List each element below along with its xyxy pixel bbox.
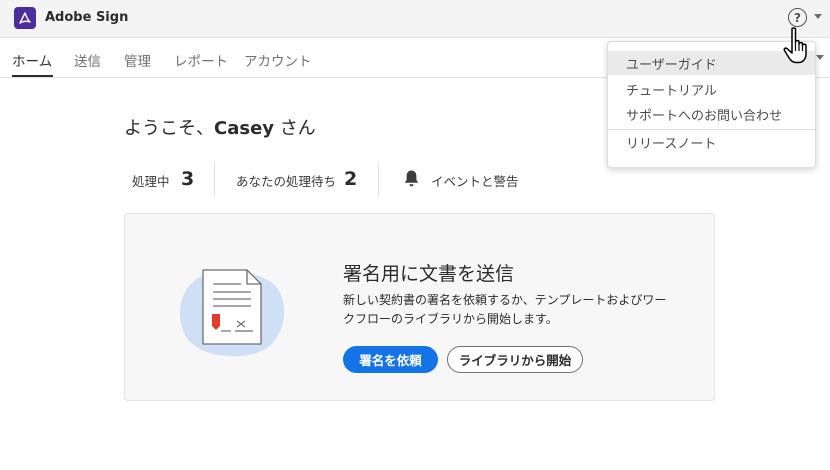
tab-manage[interactable]: 管理 [124,50,151,70]
bell-icon[interactable] [403,169,420,188]
help-symbol: ? [794,10,801,25]
user-name: Casey [214,118,275,139]
waiting-count[interactable]: 2 [344,168,357,190]
tab-send[interactable]: 送信 [74,50,101,70]
top-bar: Adobe Sign ? [0,0,830,38]
nav-chevron-down-icon[interactable] [816,55,824,60]
in-progress-label[interactable]: 処理中 [132,171,170,190]
request-signature-button[interactable]: 署名を依頼 [343,346,438,373]
welcome-heading: ようこそ、Casey さん [124,114,316,140]
adobe-acrobat-sign-icon[interactable] [14,7,36,29]
tab-reports[interactable]: レポート [174,50,228,70]
app-title: Adobe Sign [45,10,129,25]
start-from-library-button[interactable]: ライブラリから開始 [447,346,583,373]
card-title: 署名用に文書を送信 [343,263,515,285]
stat-divider [378,162,379,196]
active-tab-indicator [12,75,53,77]
document-sign-illustration [179,269,285,357]
in-progress-count[interactable]: 3 [181,168,194,190]
stat-divider [214,162,215,196]
send-for-signature-card: 署名用に文書を送信 新しい契約書の署名を依頼するか、テンプレートおよびワークフロ… [124,213,715,401]
menu-item-contact-support[interactable]: サポートへのお問い合わせ [608,102,815,126]
hand-cursor-icon [783,27,807,64]
greeting-prefix: ようこそ、 [124,118,214,139]
chevron-down-icon[interactable] [814,14,822,19]
help-circle-icon[interactable]: ? [788,8,807,27]
events-label[interactable]: イベントと警告 [431,171,519,190]
card-description: 新しい契約書の署名を依頼するか、テンプレートおよびワークフローのライブラリから開… [343,293,667,326]
menu-item-tutorials[interactable]: チュートリアル [608,77,815,101]
tab-home[interactable]: ホーム [12,50,52,70]
greeting-suffix: さん [274,118,316,139]
menu-item-release-notes[interactable]: リリースノート [608,130,815,154]
waiting-label[interactable]: あなたの処理待ち [236,171,336,190]
tab-account[interactable]: アカウント [244,50,312,70]
